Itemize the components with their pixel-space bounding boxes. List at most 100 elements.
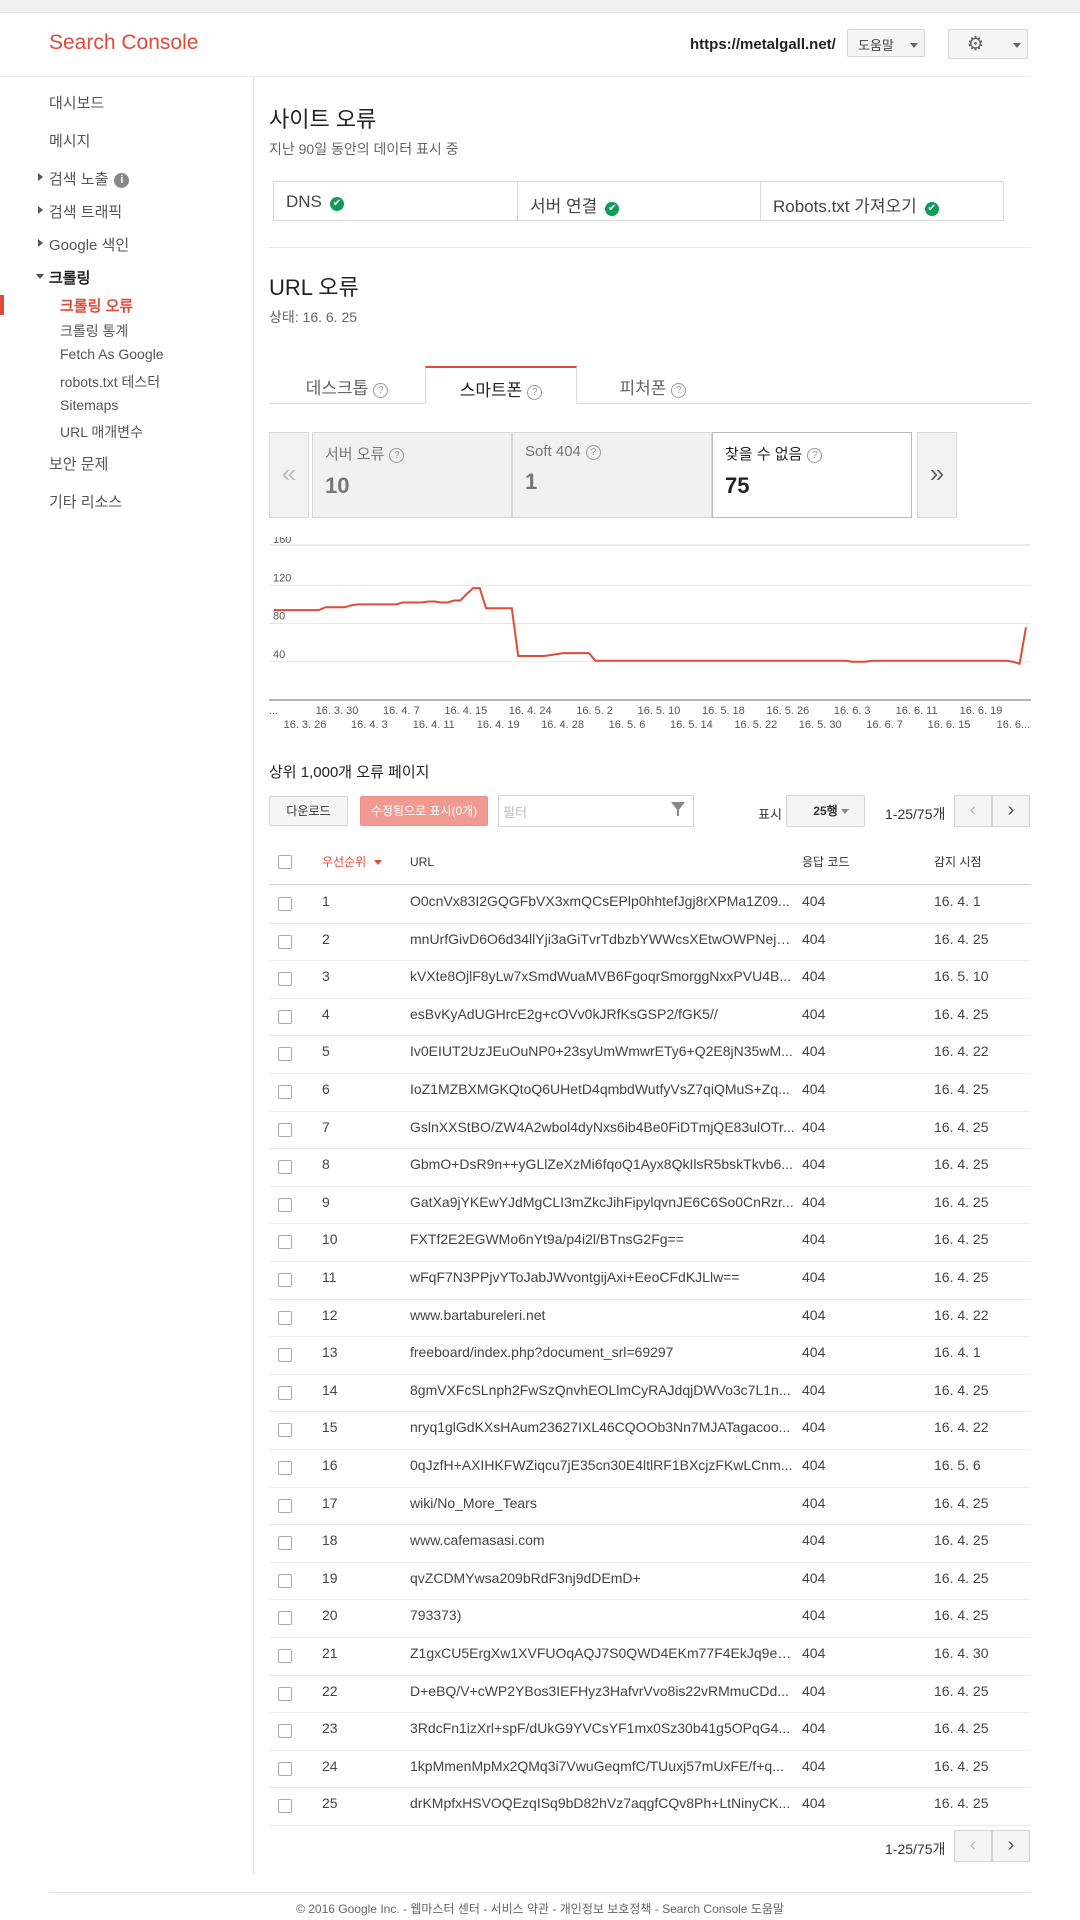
sidebar-item-sitemaps[interactable]: Sitemaps xyxy=(60,397,118,413)
row-checkbox[interactable] xyxy=(278,1498,292,1513)
sidebar-item-crawl-errors[interactable]: 크롤링 오류 xyxy=(60,295,133,316)
row-checkbox[interactable] xyxy=(278,1461,292,1475)
prev-page-button[interactable]: ‹ xyxy=(954,795,992,827)
select-all-checkbox[interactable] xyxy=(278,855,292,869)
row-url[interactable]: 3RdcFn1izXrl+spF/dUkG9YVCsYF1mx0Sz30b41g… xyxy=(410,1720,795,1736)
column-header-priority[interactable]: 우선순위 xyxy=(322,840,382,884)
next-page-button[interactable]: › xyxy=(992,795,1030,827)
metric-soft-404[interactable]: Soft 404? 1 xyxy=(512,432,712,518)
table-row[interactable]: 25 drKMpfxHSVOQEzqISq9bD82hVz7aqgfCQv8Ph+… xyxy=(269,1787,1031,1826)
row-url[interactable]: wiki/No_More_Tears xyxy=(410,1495,795,1511)
sidebar-item-other-resources[interactable]: 기타 리소스 xyxy=(49,491,122,512)
table-row[interactable]: 24 1kpMmenMpMx2QMq3i7VwuGeqmfC/TUuxj57mUx… xyxy=(269,1750,1031,1789)
table-row[interactable]: 21 Z1gxCU5ErgXw1XVFUOqAQJ7S0QWD4EKm77F4Ek… xyxy=(269,1637,1031,1676)
sidebar-item-security-issues[interactable]: 보안 문제 xyxy=(49,453,108,474)
row-url[interactable]: D+eBQ/V+cWP2YBos3IEFHyz3HafvrVvo8is22vRM… xyxy=(410,1683,795,1699)
filter-input[interactable]: 필터 xyxy=(498,795,694,827)
tab-feature-phone[interactable]: 피처폰? xyxy=(577,366,729,404)
row-checkbox[interactable] xyxy=(278,1085,292,1099)
row-url[interactable]: 8gmVXFcSLnph2FwSzQnvhEOLlmCyRAJdqjDWVo3c… xyxy=(410,1382,795,1398)
tab-smartphone[interactable]: 스마트폰? xyxy=(425,366,577,404)
sidebar-item-dashboard[interactable]: 대시보드 xyxy=(49,92,104,113)
row-url[interactable]: qvZCDMYwsa209bRdF3nj9dDEmD+ xyxy=(410,1570,795,1586)
search-console-logo[interactable]: Search Console xyxy=(49,31,198,55)
row-url[interactable]: 793373) xyxy=(410,1607,795,1623)
filter-icon[interactable] xyxy=(671,802,685,816)
help-icon[interactable]: ? xyxy=(807,448,823,463)
table-row[interactable]: 11 wFqF7N3PPjvYToJabJWvontgijAxi+EeoCFdKJ… xyxy=(269,1261,1031,1300)
table-row[interactable]: 14 8gmVXFcSLnph2FwSzQnvhEOLlmCyRAJdqjDWVo… xyxy=(269,1374,1031,1413)
sidebar-item-search-appearance[interactable]: 검색 노출 i xyxy=(49,168,130,189)
row-url[interactable]: freeboard/index.php?document_srl=69297 xyxy=(410,1344,795,1360)
row-url[interactable]: IoZ1MZBXMGKQtoQ6UHetD4qmbdWutfyVsZ7qiQMu… xyxy=(410,1081,795,1097)
sidebar-item-google-index[interactable]: Google 색인 xyxy=(49,234,129,255)
tab-desktop[interactable]: 데스크톱? xyxy=(269,366,425,404)
sidebar-item-crawl[interactable]: 크롤링 xyxy=(49,267,90,288)
row-url[interactable]: 0qJzfH+AXIHKFWZiqcu7jE35cn30E4ltlRF1BXcj… xyxy=(410,1457,795,1473)
row-checkbox[interactable] xyxy=(278,1009,292,1024)
row-url[interactable]: GbmO+DsR9n++yGLlZeXzMi6fqoQ1Ayx8QkIlsR5b… xyxy=(410,1156,795,1172)
row-checkbox[interactable] xyxy=(278,1573,292,1588)
column-header-response-code[interactable]: 응답 코드 xyxy=(802,840,850,884)
row-checkbox[interactable] xyxy=(278,1385,292,1400)
row-url[interactable]: esBvKyAdUGHrcE2g+cOVv0kJRfKsGSP2/fGK5// xyxy=(410,1006,795,1022)
row-checkbox[interactable] xyxy=(278,972,292,987)
rows-per-page-select[interactable]: 25행 xyxy=(786,795,865,827)
row-checkbox[interactable] xyxy=(278,1273,292,1287)
row-url[interactable]: Z1gxCU5ErgXw1XVFUOqAQJ7S0QWD4EKm77F4EkJq… xyxy=(410,1645,795,1661)
row-checkbox[interactable] xyxy=(278,1160,292,1175)
table-row[interactable]: 9 GatXa9jYKEwYJdMgCLI3mZkcJihFipylqvnJE6C… xyxy=(269,1186,1031,1225)
column-header-url[interactable]: URL xyxy=(410,840,434,884)
help-icon[interactable]: ? xyxy=(585,445,601,460)
prev-page-button-bottom[interactable]: ‹ xyxy=(954,1830,992,1862)
table-row[interactable]: 15 nryq1glGdKXsHAum23627IXL46CQOOb3Nn7MJA… xyxy=(269,1411,1031,1450)
info-icon[interactable]: i xyxy=(114,173,130,188)
row-url[interactable]: www.cafemasasi.com xyxy=(410,1532,795,1548)
row-checkbox[interactable] xyxy=(278,1761,292,1776)
column-header-detected[interactable]: 감지 시점 xyxy=(934,840,982,884)
row-url[interactable]: FXTf2E2EGWMo6nYt9a/p4i2l/BTnsG2Fg== xyxy=(410,1231,795,1247)
row-url[interactable]: O0cnVx83I2GQGFbVX3xmQCsEPlp0hhtefJgj8rXP… xyxy=(410,893,795,909)
table-row[interactable]: 7 GslnXXStBO/ZW4A2wbol4dyNxs6ib4Be0FiDTmj… xyxy=(269,1111,1031,1150)
row-url[interactable]: 1kpMmenMpMx2QMq3i7VwuGeqmfC/TUuxj57mUxFE… xyxy=(410,1758,795,1774)
sidebar-item-search-traffic[interactable]: 검색 트래픽 xyxy=(49,201,122,222)
row-checkbox[interactable] xyxy=(278,1799,292,1814)
table-row[interactable]: 2 mnUrfGivD6O6d34llYji3aGiTvrTdbzbYWWcsXE… xyxy=(269,923,1031,962)
metrics-next-button[interactable]: » xyxy=(917,432,957,518)
table-row[interactable]: 6 IoZ1MZBXMGKQtoQ6UHetD4qmbdWutfyVsZ7qiQM… xyxy=(269,1073,1031,1112)
row-checkbox[interactable] xyxy=(278,1047,292,1062)
row-checkbox[interactable] xyxy=(278,1197,292,1212)
row-checkbox[interactable] xyxy=(278,897,292,911)
row-checkbox[interactable] xyxy=(278,1348,292,1363)
table-row[interactable]: 17 wiki/No_More_Tears 404 16. 4. 25 xyxy=(269,1487,1031,1526)
settings-button[interactable]: ⚙ xyxy=(948,29,1028,59)
row-url[interactable]: drKMpfxHSVOQEzqISq9bD82hVz7aqgfCQv8Ph+Lt… xyxy=(410,1795,795,1811)
row-checkbox[interactable] xyxy=(278,1536,292,1551)
series-line[interactable] xyxy=(274,587,1027,665)
row-url[interactable]: kVXte8OjlF8yLw7xSmdWuaMVB6FgoqrSmorggNxx… xyxy=(410,968,795,984)
table-row[interactable]: 8 GbmO+DsR9n++yGLlZeXzMi6fqoQ1Ayx8QkIlsR5… xyxy=(269,1148,1031,1187)
row-url[interactable]: GatXa9jYKEwYJdMgCLI3mZkcJihFipylqvnJE6C6… xyxy=(410,1194,795,1210)
row-url[interactable]: GslnXXStBO/ZW4A2wbol4dyNxs6ib4Be0FiDTmjQ… xyxy=(410,1119,795,1135)
row-checkbox[interactable] xyxy=(278,934,292,949)
metric-server-error[interactable]: 서버 오류? 10 xyxy=(312,432,512,518)
help-button[interactable]: 도움말 xyxy=(847,29,925,57)
table-row[interactable]: 3 kVXte8OjlF8yLw7xSmdWuaMVB6FgoqrSmorggNx… xyxy=(269,960,1031,999)
next-page-button-bottom[interactable]: › xyxy=(992,1830,1030,1862)
table-row[interactable]: 22 D+eBQ/V+cWP2YBos3IEFHyz3HafvrVvo8is22v… xyxy=(269,1675,1031,1714)
table-row[interactable]: 20 793373) 404 16. 4. 25 xyxy=(269,1599,1031,1638)
table-row[interactable]: 4 esBvKyAdUGHrcE2g+cOVv0kJRfKsGSP2/fGK5//… xyxy=(269,998,1031,1037)
metric-not-found[interactable]: 찾을 수 없음? 75 xyxy=(712,432,912,518)
site-url[interactable]: https://metalgall.net/ xyxy=(690,36,836,53)
row-checkbox[interactable] xyxy=(278,1423,292,1438)
table-row[interactable]: 23 3RdcFn1izXrl+spF/dUkG9YVCsYF1mx0Sz30b4… xyxy=(269,1712,1031,1751)
row-checkbox[interactable] xyxy=(278,1611,292,1626)
help-icon[interactable]: ? xyxy=(373,383,389,398)
sidebar-item-fetch-as-google[interactable]: Fetch As Google xyxy=(60,346,164,362)
row-checkbox[interactable] xyxy=(278,1724,292,1739)
row-checkbox[interactable] xyxy=(278,1310,292,1325)
metrics-prev-button[interactable]: « xyxy=(269,432,309,518)
table-row[interactable]: 10 FXTf2E2EGWMo6nYt9a/p4i2l/BTnsG2Fg== 404… xyxy=(269,1223,1031,1262)
help-icon[interactable]: ? xyxy=(389,448,405,463)
row-url[interactable]: mnUrfGivD6O6d34llYji3aGiTvrTdbzbYWWcsXEt… xyxy=(410,931,795,947)
